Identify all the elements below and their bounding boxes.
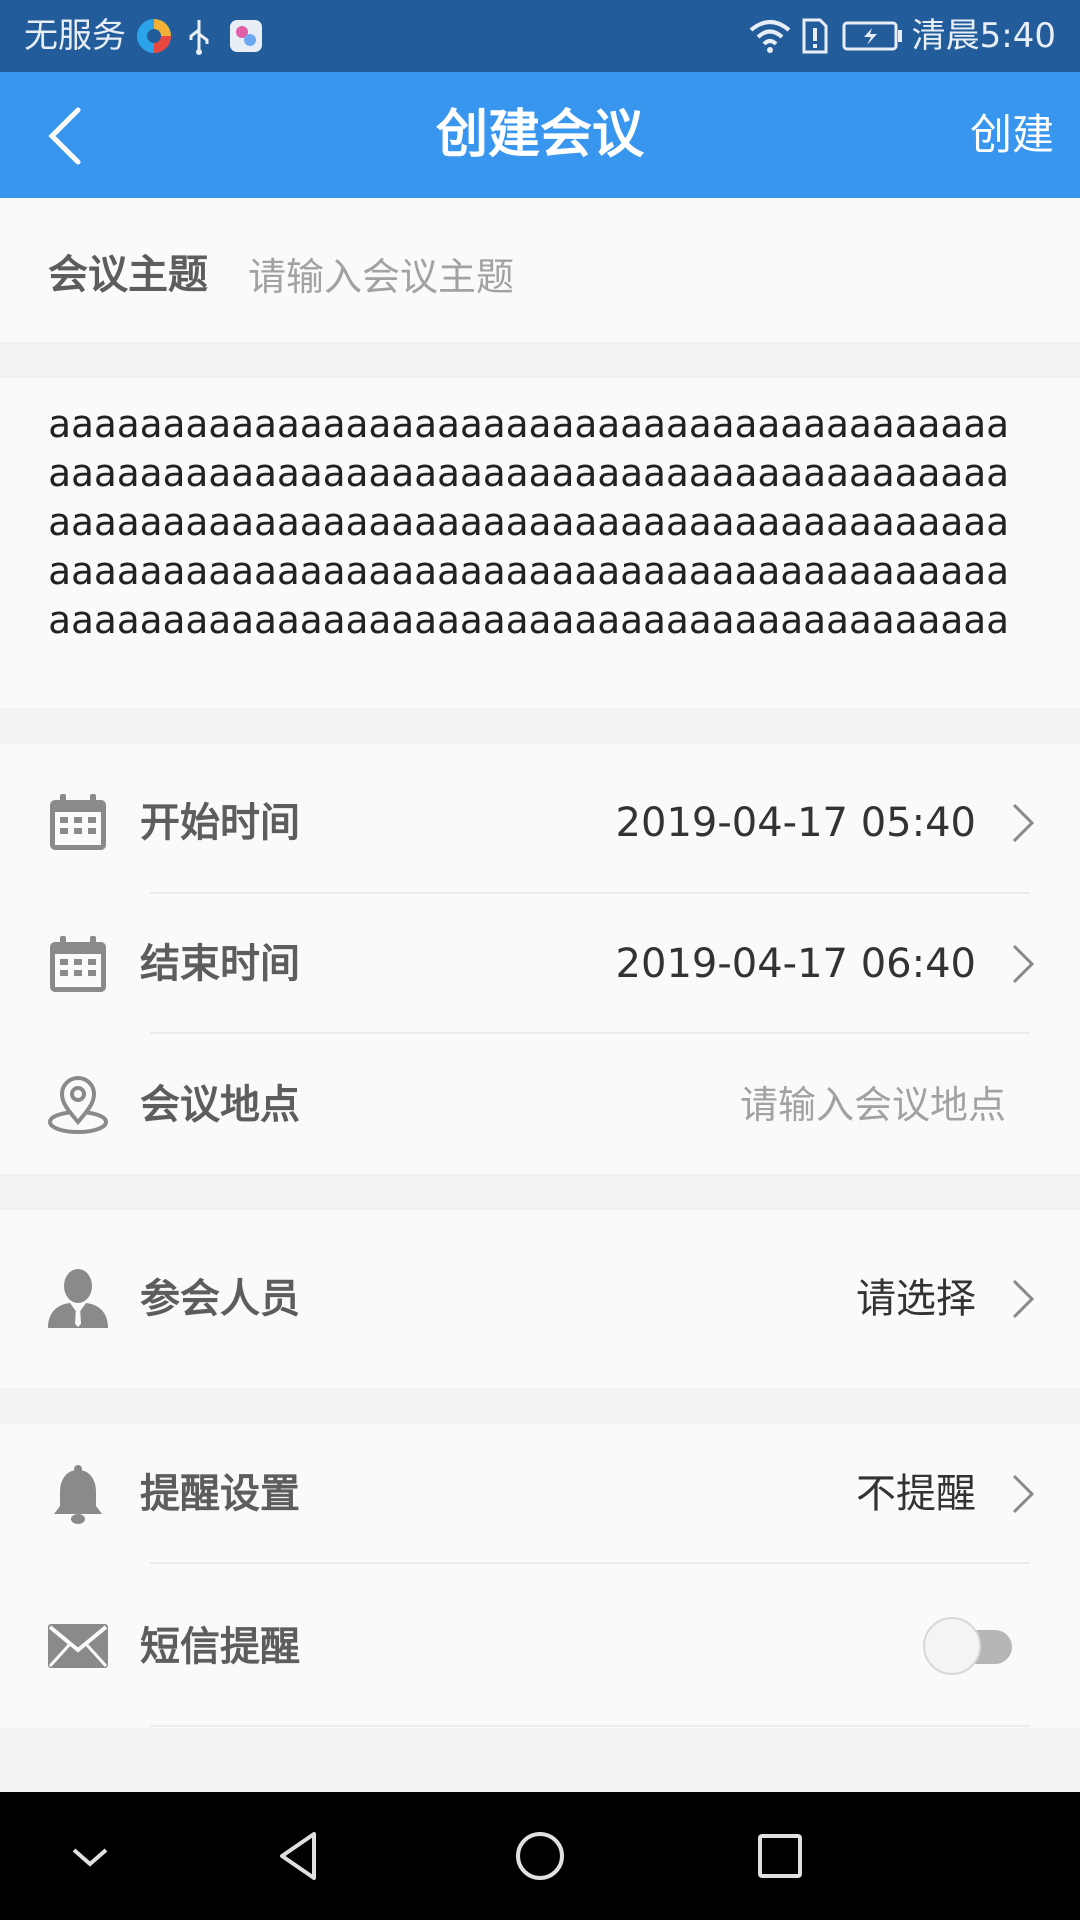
hide-keyboard-icon[interactable] [60,1826,120,1886]
topic-input[interactable]: 请输入会议主题 [248,252,514,302]
sms-reminder-label: 短信提醒 [140,1624,300,1670]
home-circle-icon[interactable] [510,1826,570,1886]
chevron-right-icon [1010,942,1036,986]
chevron-right-icon [1010,801,1036,845]
chevron-right-icon [1010,1277,1036,1321]
usb-icon [184,16,214,56]
calendar-icon [46,932,110,996]
divider [150,1032,1030,1034]
carrier-text: 无服务 [24,16,126,56]
chevron-right-icon [1010,1472,1036,1516]
attendees-label: 参会人员 [140,1276,300,1322]
divider [150,1725,1030,1727]
bell-icon [46,1462,110,1526]
start-time-value: 2019-04-17 05:40 [615,800,976,846]
reminder-value: 不提醒 [856,1471,976,1517]
location-label: 会议地点 [140,1082,300,1128]
page-title: 创建会议 [435,105,644,165]
battery-charging-icon [842,16,904,56]
sms-reminder-toggle[interactable] [922,1616,1016,1676]
app-store-icon [228,16,264,56]
app-bar: 创建会议 创建 [0,72,1080,198]
calendar-icon [46,790,110,854]
attendees-value: 请选择 [856,1276,976,1322]
divider [150,1562,1030,1564]
content-textarea[interactable]: aaaaaaaaaaaaaaaaaaaaaaaaaaaaaaaaaaaaaaaa… [48,400,1018,645]
location-pin-icon [46,1072,110,1136]
status-bar: 无服务 清晨5:40 [0,0,1080,72]
back-triangle-icon[interactable] [270,1826,330,1886]
location-input[interactable]: 请输入会议地点 [740,1080,1006,1130]
start-time-label: 开始时间 [140,800,300,846]
person-icon [46,1266,110,1330]
envelope-icon [46,1614,110,1678]
end-time-label: 结束时间 [140,941,300,987]
recents-square-icon[interactable] [750,1826,810,1886]
wifi-icon [748,16,792,56]
create-button[interactable]: 创建 [970,109,1054,161]
topic-label: 会议主题 [48,252,208,298]
navigation-bar [0,1792,1080,1920]
reminder-label: 提醒设置 [140,1471,300,1517]
alert-icon [800,16,830,56]
clock-time: 清晨5:40 [911,16,1056,56]
end-time-value: 2019-04-17 06:40 [615,941,976,987]
browser-app-icon [134,16,174,56]
